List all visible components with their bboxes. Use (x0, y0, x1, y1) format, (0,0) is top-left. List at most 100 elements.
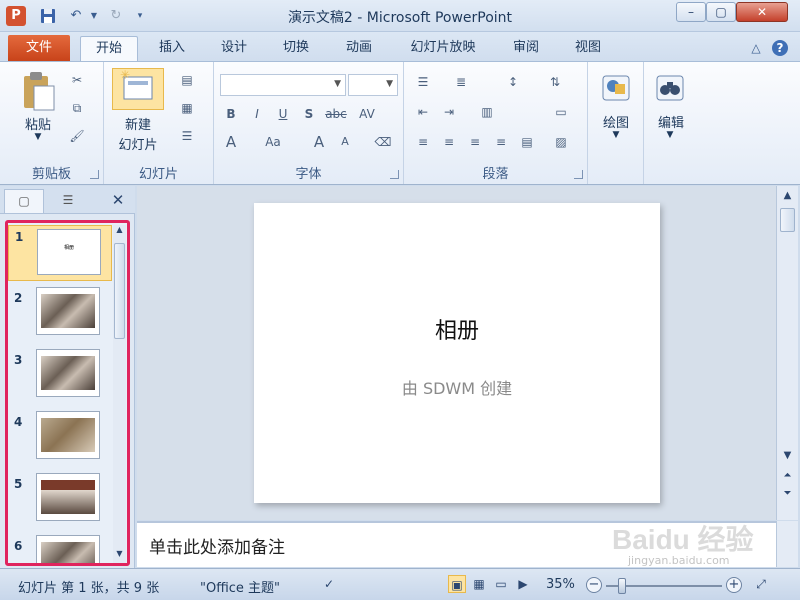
align-text-icon[interactable]: ▭ (552, 104, 570, 120)
align-left-icon[interactable]: ≡ (414, 134, 432, 150)
clipboard-launcher-icon[interactable] (90, 170, 99, 179)
new-slide-label-2[interactable]: 幻灯片 (110, 134, 166, 153)
next-slide-icon[interactable]: ⏷ (780, 486, 795, 502)
thumbnail-scrollbar[interactable]: ▲ ▼ (113, 225, 126, 563)
find-binoculars-icon[interactable] (652, 70, 688, 106)
slides-tab-icon[interactable]: ▢ (4, 189, 44, 213)
tab-transitions[interactable]: 切换 (270, 36, 322, 62)
zoom-in-icon[interactable]: + (726, 577, 742, 593)
normal-view-icon[interactable]: ▣ (448, 575, 466, 593)
slide-sorter-icon[interactable]: ▦ (470, 575, 488, 593)
fit-to-window-icon[interactable]: ⤢ (752, 575, 770, 593)
strikethrough-icon[interactable]: abc (324, 106, 348, 122)
notes-scrollbar[interactable] (776, 521, 798, 567)
notes-pane[interactable]: 单击此处添加备注 (137, 521, 776, 567)
slide-subtitle[interactable]: 由 SDWM 创建 (254, 375, 660, 399)
tab-animations[interactable]: 动画 (333, 36, 385, 62)
powerpoint-logo-icon[interactable]: P (6, 6, 26, 26)
tab-design[interactable]: 设计 (208, 36, 260, 62)
cut-icon[interactable]: ✂ (68, 72, 86, 88)
spelling-check-icon[interactable]: ✓ (320, 575, 338, 593)
drawing-shapes-icon[interactable] (598, 70, 634, 106)
scrollbar-thumb[interactable] (780, 208, 795, 232)
thumbnail-6[interactable]: 6 (8, 535, 112, 563)
zoom-out-icon[interactable]: − (586, 577, 602, 593)
thumbnail-1[interactable]: 1 相册 (8, 225, 112, 281)
font-size-combo[interactable]: ▼ (348, 74, 398, 96)
drawing-dropdown-icon[interactable]: ▼ (608, 130, 624, 140)
outline-tab-icon[interactable]: ☰ (48, 189, 88, 213)
current-slide[interactable]: 相册 由 SDWM 创建 (254, 203, 660, 503)
new-slide-label-1[interactable]: 新建 (110, 114, 166, 133)
zoom-slider-knob[interactable] (618, 578, 626, 594)
scrollbar-thumb[interactable] (114, 243, 125, 339)
scroll-up-icon[interactable]: ▲ (780, 188, 795, 204)
increase-indent-icon[interactable]: ⇥ (440, 104, 458, 120)
scroll-up-icon[interactable]: ▲ (113, 225, 126, 239)
customize-quick-access-icon[interactable]: ▾ (132, 8, 148, 24)
bold-icon[interactable]: B (222, 106, 240, 122)
distributed-icon[interactable]: ▤ (518, 134, 536, 150)
minimize-ribbon-icon[interactable]: △ (748, 40, 764, 56)
thumbnail-4[interactable]: 4 (8, 411, 112, 467)
clear-formatting-icon[interactable]: ⌫ (374, 134, 392, 150)
thumbnail-5[interactable]: 5 (8, 473, 112, 529)
maximize-button[interactable]: ▢ (706, 2, 736, 22)
notes-placeholder[interactable]: 单击此处添加备注 (149, 533, 285, 558)
paste-icon[interactable] (18, 70, 58, 111)
new-slide-icon[interactable]: ✳ (112, 68, 164, 110)
editing-dropdown-icon[interactable]: ▼ (662, 130, 678, 140)
font-color-icon[interactable]: A (222, 134, 240, 150)
layout-icon[interactable]: ▤ (178, 72, 196, 88)
close-button[interactable]: ✕ (736, 2, 788, 22)
drawing-label[interactable]: 绘图 (588, 112, 644, 131)
tab-slideshow[interactable]: 幻灯片放映 (398, 36, 488, 62)
section-icon[interactable]: ☰ (178, 128, 196, 144)
shadow-icon[interactable]: S (300, 106, 318, 122)
reading-view-icon[interactable]: ▭ (492, 575, 510, 593)
font-launcher-icon[interactable] (390, 170, 399, 179)
text-direction-icon[interactable]: ⇅ (546, 74, 564, 90)
grow-font-icon[interactable]: A (310, 134, 328, 150)
tab-view[interactable]: 视图 (562, 36, 614, 62)
change-case-icon[interactable]: Aa (260, 134, 286, 150)
bullets-icon[interactable]: ☰ (414, 74, 432, 90)
reset-icon[interactable]: ▦ (178, 100, 196, 116)
editing-label[interactable]: 编辑 (644, 112, 698, 131)
undo-dropdown-icon[interactable]: ▼ (86, 8, 102, 24)
tab-review[interactable]: 审阅 (500, 36, 552, 62)
scroll-down-icon[interactable]: ▼ (780, 448, 795, 464)
theme-status[interactable]: "Office 主题" (200, 577, 280, 596)
smartart-icon[interactable]: ▨ (552, 134, 570, 150)
slide-vertical-scrollbar[interactable]: ▲ ▼ ⏶ ⏷ (776, 186, 798, 520)
paste-dropdown-icon[interactable]: ▼ (30, 132, 46, 142)
previous-slide-icon[interactable]: ⏶ (780, 468, 795, 484)
minimize-button[interactable]: – (676, 2, 706, 22)
underline-icon[interactable]: U (274, 106, 292, 122)
undo-icon[interactable]: ↶ (68, 8, 84, 24)
copy-icon[interactable]: ⧉ (68, 100, 86, 116)
shrink-font-icon[interactable]: A (336, 134, 354, 150)
columns-icon[interactable]: ▥ (478, 104, 496, 120)
align-center-icon[interactable]: ≡ (440, 134, 458, 150)
line-spacing-icon[interactable]: ↕ (504, 74, 522, 90)
help-icon[interactable]: ? (772, 40, 788, 56)
align-right-icon[interactable]: ≡ (466, 134, 484, 150)
format-painter-icon[interactable]: 🖌 (68, 128, 86, 144)
font-name-combo[interactable]: ▼ (220, 74, 346, 96)
tab-file[interactable]: 文件 (8, 35, 70, 61)
thumbnail-2[interactable]: 2 (8, 287, 112, 343)
close-panel-icon[interactable]: ✕ (109, 190, 127, 210)
decrease-indent-icon[interactable]: ⇤ (414, 104, 432, 120)
slideshow-view-icon[interactable]: ▶ (514, 575, 532, 593)
paste-label[interactable]: 粘贴 (10, 114, 66, 133)
numbering-icon[interactable]: ≣ (452, 74, 470, 90)
character-spacing-icon[interactable]: AV (354, 106, 380, 122)
redo-icon[interactable]: ↻ (108, 8, 124, 24)
tab-home[interactable]: 开始 (80, 36, 138, 62)
save-icon[interactable] (40, 8, 56, 24)
slide-title[interactable]: 相册 (254, 313, 660, 345)
italic-icon[interactable]: I (248, 106, 266, 122)
zoom-level[interactable]: 35% (546, 577, 575, 592)
justify-icon[interactable]: ≡ (492, 134, 510, 150)
